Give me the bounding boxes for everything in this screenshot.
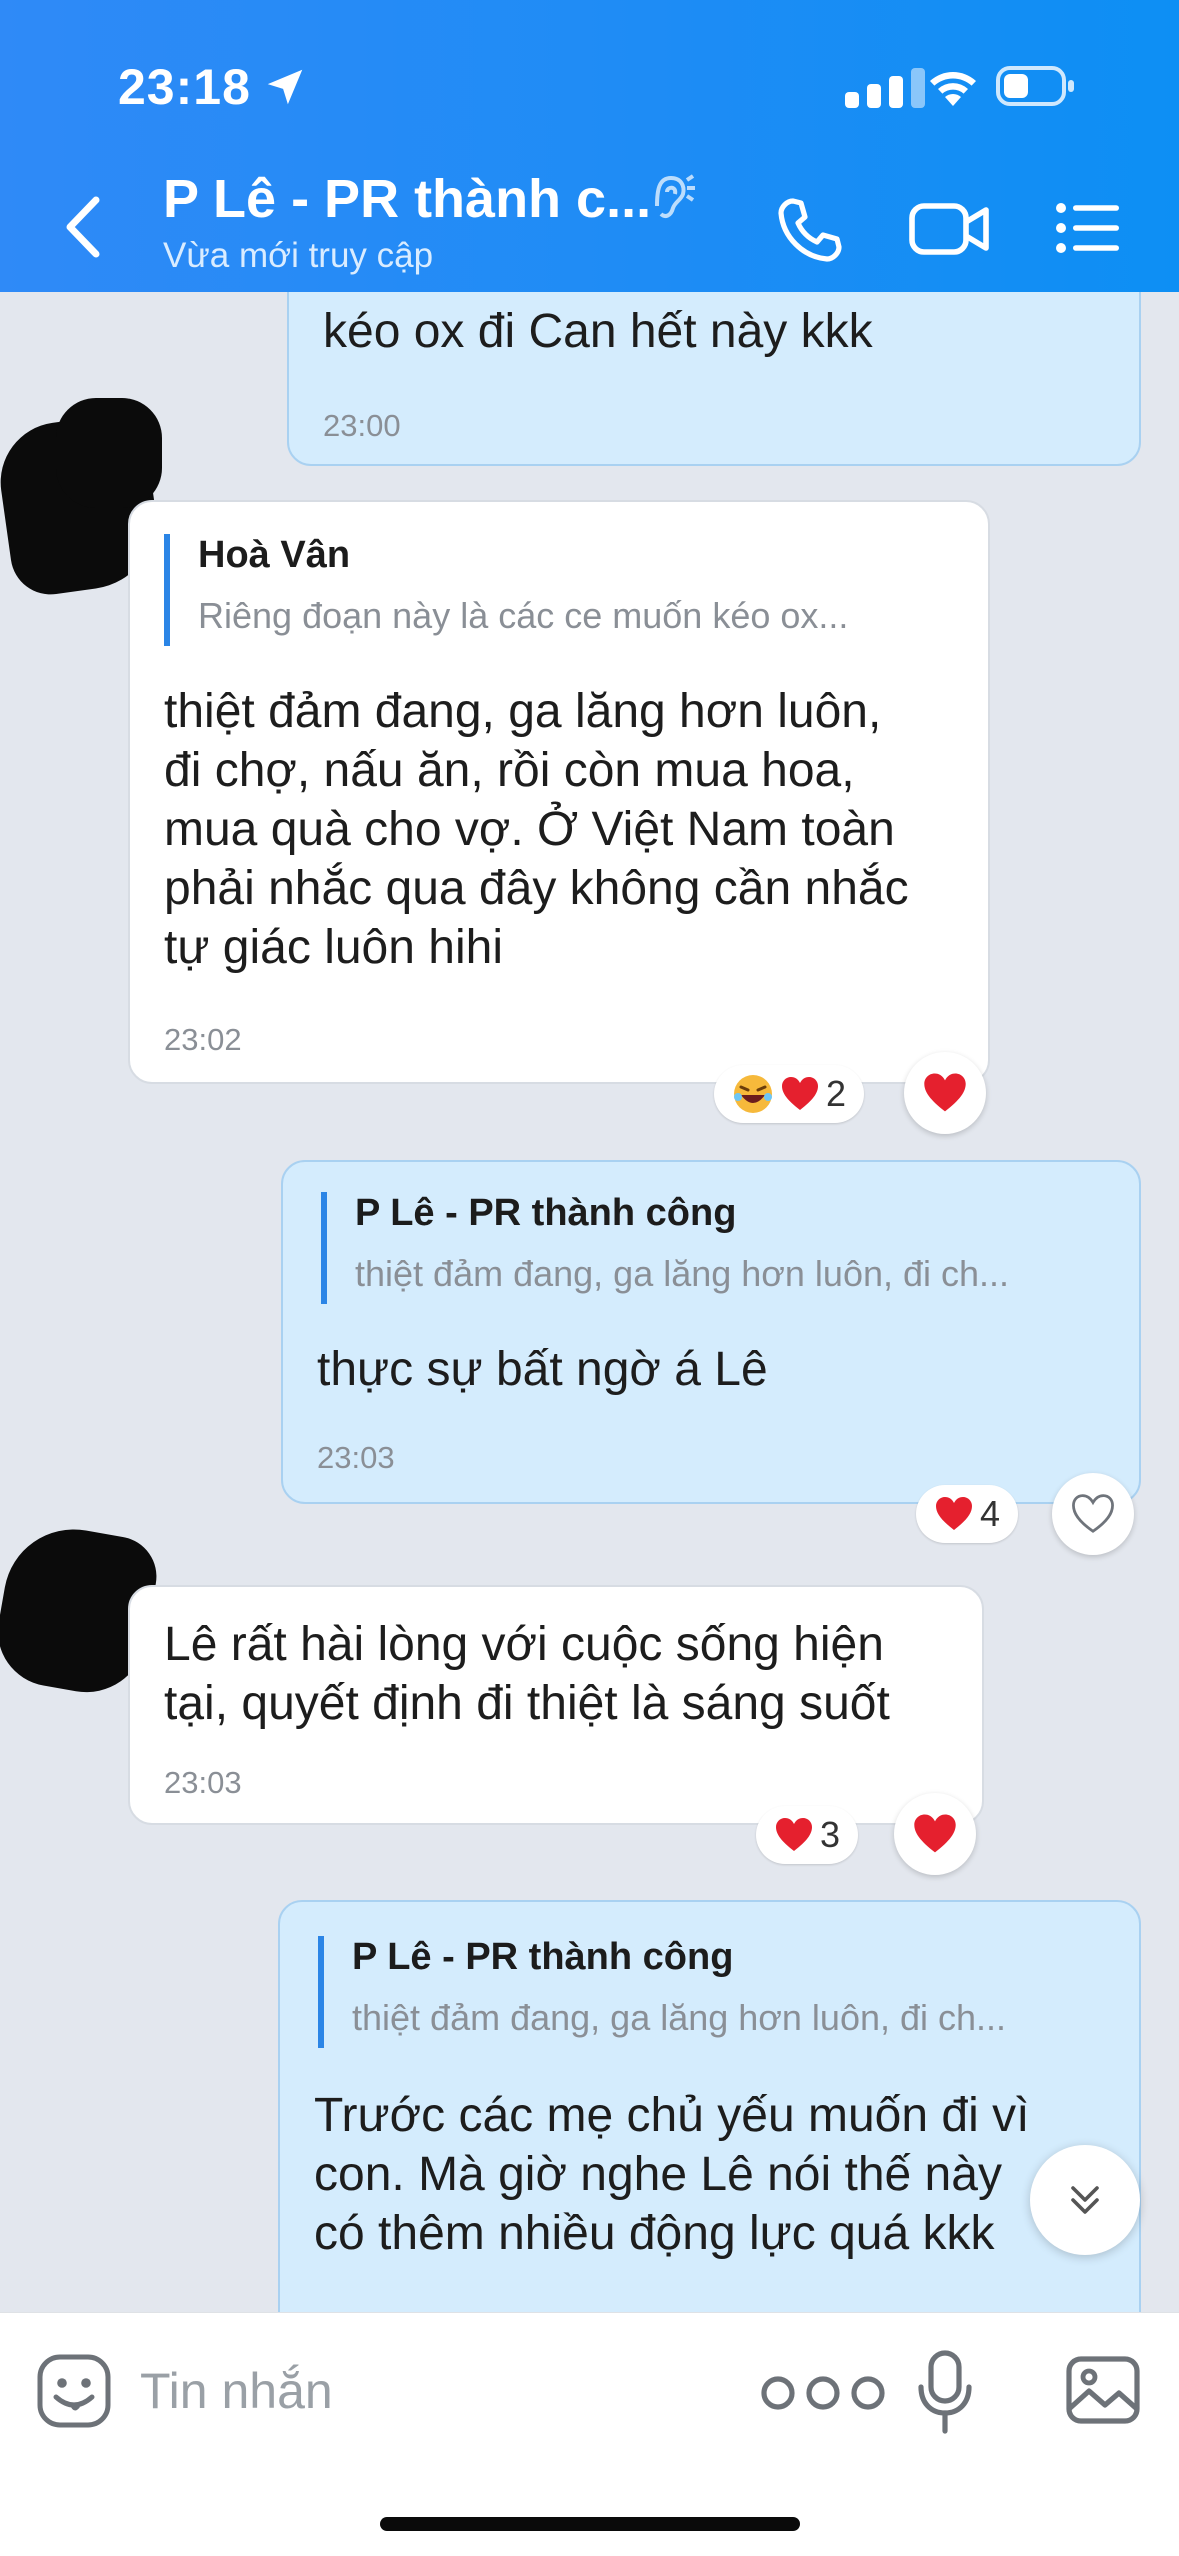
message-line: con. Mà giờ nghe Lê nói thế này <box>314 2148 1002 2201</box>
status-time: 23:18 <box>118 59 251 115</box>
red-heart-icon <box>776 1818 812 1851</box>
quoted-text: thiệt đảm đang, ga lăng hơn luôn, đi ch.… <box>352 1997 1007 2038</box>
message-composer <box>0 2312 1179 2556</box>
reaction-summary[interactable]: 4 <box>916 1485 1019 1543</box>
message-line: mua quà cho vợ. Ở Việt Nam toàn <box>164 803 895 856</box>
message-time: 23:02 <box>164 1022 242 1057</box>
message-input[interactable] <box>140 2353 700 2429</box>
double-chevron-down-icon <box>1071 2186 1099 2214</box>
react-button-selected[interactable] <box>904 1052 986 1134</box>
red-heart-icon <box>936 1497 972 1530</box>
message-time: 23:00 <box>323 408 401 443</box>
quoted-text: thiệt đảm đang, ga lăng hơn luôn, đi ch.… <box>355 1253 1010 1294</box>
message-line: thiệt đảm đang, ga lăng hơn luôn, <box>164 685 882 738</box>
voice-call-button[interactable] <box>775 195 845 265</box>
ear-icon <box>655 174 695 218</box>
message-line: Lê rất hài lòng với cuộc sống hiện <box>164 1618 884 1671</box>
quoted-message[interactable]: Hoà Vân Riêng đoạn này là các ce muốn ké… <box>164 534 848 646</box>
message-line: tại, quyết định đi thiệt là sáng suốt <box>164 1677 890 1730</box>
reaction-summary[interactable]: 2 <box>714 1065 865 1123</box>
message-time: 23:03 <box>317 1440 395 1475</box>
reaction-count: 2 <box>826 1073 847 1114</box>
message-bubble-outgoing[interactable]: P Lê - PR thành công thiệt đảm đang, ga … <box>281 1160 1141 1504</box>
chat-title[interactable]: P Lê - PR thành c... <box>163 168 651 230</box>
quoted-message[interactable]: P Lê - PR thành công thiệt đảm đang, ga … <box>318 1936 1006 2048</box>
reaction-count: 3 <box>820 1814 841 1855</box>
chat-menu-button[interactable] <box>1055 200 1121 256</box>
back-button[interactable] <box>56 192 116 262</box>
message-line: có thêm nhiều động lực quá kkk <box>314 2207 995 2260</box>
red-heart-icon <box>924 1073 966 1112</box>
presence-status: Vừa mới truy cập <box>163 236 434 275</box>
battery-icon <box>996 66 1074 106</box>
message-text: kéo ox đi Can hết này kkk <box>323 305 873 358</box>
image-picker-button[interactable] <box>1065 2355 1141 2425</box>
reaction-summary[interactable]: 3 <box>756 1806 859 1864</box>
message-bubble-incoming[interactable]: Hoà Vân Riêng đoạn này là các ce muốn ké… <box>128 500 990 1084</box>
message-bubble-incoming[interactable]: Lê rất hài lòng với cuộc sống hiện tại, … <box>128 1585 984 1825</box>
react-button[interactable] <box>1052 1473 1134 1555</box>
microphone-button[interactable] <box>915 2349 975 2435</box>
message-line: phải nhắc qua đây không cần nhắc <box>164 862 909 915</box>
scroll-to-bottom-button[interactable] <box>1030 2145 1140 2255</box>
chat-header: 23:18 P Lê - PR thành c... Vừa mới truy … <box>0 0 1179 292</box>
redacted-avatar-part <box>56 398 162 508</box>
red-heart-icon <box>914 1814 956 1853</box>
home-indicator <box>380 2517 800 2531</box>
quoted-text: Riêng đoạn này là các ce muốn kéo ox... <box>198 595 849 636</box>
wifi-icon <box>930 72 976 106</box>
message-line: Trước các mẹ chủ yếu muốn đi vì <box>314 2089 1030 2142</box>
message-text: Lê rất hài lòng với cuộc sống hiện tại, … <box>164 1615 964 1733</box>
quoted-sender: Hoà Vân <box>198 534 351 576</box>
message-text: thiệt đảm đang, ga lăng hơn luôn, đi chợ… <box>164 682 974 977</box>
message-line: tự giác luôn hihi <box>164 921 503 974</box>
video-call-button[interactable] <box>908 198 990 260</box>
cellular-signal-icon <box>845 68 925 108</box>
reaction-count: 4 <box>980 1493 1001 1534</box>
message-bubble-outgoing[interactable]: P Lê - PR thành công thiệt đảm đang, ga … <box>278 1900 1141 2380</box>
message-line: đi chợ, nấu ăn, rồi còn mua hoa, <box>164 744 855 797</box>
sticker-button[interactable] <box>36 2353 112 2429</box>
quoted-message[interactable]: P Lê - PR thành công thiệt đảm đang, ga … <box>321 1192 1009 1304</box>
message-text: thực sự bất ngờ á Lê <box>317 1343 768 1396</box>
more-options-button[interactable] <box>758 2373 888 2413</box>
message-text: Trước các mẹ chủ yếu muốn đi vì con. Mà … <box>314 2086 1114 2263</box>
quoted-sender: P Lê - PR thành công <box>355 1192 737 1234</box>
react-button-selected[interactable] <box>894 1793 976 1875</box>
red-heart-icon <box>782 1077 818 1110</box>
message-time: 23:03 <box>164 1765 242 1800</box>
quoted-sender: P Lê - PR thành công <box>352 1936 734 1978</box>
laughing-face-icon <box>734 1075 772 1113</box>
heart-outline-icon <box>1072 1494 1114 1533</box>
location-arrow-icon <box>267 69 303 105</box>
